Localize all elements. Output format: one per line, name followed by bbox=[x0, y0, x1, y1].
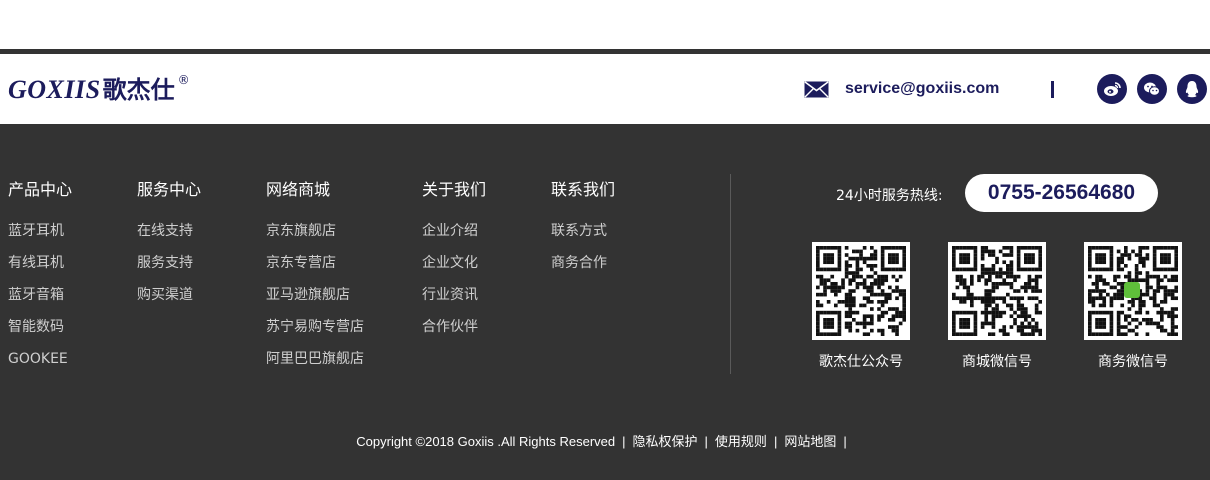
header-bar: GOXIIS 歌杰仕 ® service@goxiis.com bbox=[0, 54, 1210, 124]
footer-link[interactable]: 购买渠道 bbox=[137, 285, 201, 317]
header-separator bbox=[1051, 81, 1054, 98]
column-title: 服务中心 bbox=[137, 180, 202, 199]
footer-link[interactable]: 京东旗舰店 bbox=[266, 221, 364, 253]
footer-link[interactable]: 苏宁易购专营店 bbox=[266, 317, 364, 349]
qr-code-mall-wechat bbox=[948, 242, 1046, 340]
registered-mark: ® bbox=[177, 73, 190, 87]
qr-code-business-wechat bbox=[1084, 242, 1182, 340]
qr-caption: 商务微信号 bbox=[1098, 354, 1168, 370]
column-list: 京东旗舰店 京东专营店 亚马逊旗舰店 苏宁易购专营店 阿里巴巴旗舰店 bbox=[266, 221, 364, 381]
separator: | bbox=[843, 434, 847, 449]
footer-link[interactable]: 阿里巴巴旗舰店 bbox=[266, 349, 364, 381]
column-title: 产品中心 bbox=[8, 180, 73, 199]
logo-latin-text: GOXIIS bbox=[8, 75, 101, 104]
qq-icon bbox=[1185, 81, 1199, 98]
top-blank-area bbox=[0, 0, 1210, 49]
footer-link[interactable]: 蓝牙音箱 bbox=[8, 285, 72, 317]
footer-column-about: 关于我们 企业介绍 企业文化 行业资讯 合作伙伴 bbox=[422, 179, 486, 349]
footer-column-products: 产品中心 蓝牙耳机 有线耳机 蓝牙音箱 智能数码 GOOKEE bbox=[8, 179, 72, 381]
footer-link[interactable]: 联系方式 bbox=[551, 221, 615, 253]
footer-column-service: 服务中心 在线支持 服务支持 购买渠道 bbox=[137, 179, 201, 317]
footer-column-stores: 网络商城 京东旗舰店 京东专营店 亚马逊旗舰店 苏宁易购专营店 阿里巴巴旗舰店 bbox=[266, 179, 364, 381]
footer-link[interactable]: 有线耳机 bbox=[8, 253, 72, 285]
separator: | bbox=[773, 434, 778, 449]
hotline-number[interactable]: 0755-26564680 bbox=[965, 174, 1158, 212]
qr-caption: 商城微信号 bbox=[962, 354, 1032, 370]
footer-link[interactable]: 企业介绍 bbox=[422, 221, 486, 253]
column-title: 网络商城 bbox=[266, 180, 331, 199]
column-list: 蓝牙耳机 有线耳机 蓝牙音箱 智能数码 GOOKEE bbox=[8, 221, 72, 381]
footer-link[interactable]: 服务支持 bbox=[137, 253, 201, 285]
copyright-text: Copyright ©2018 Goxiis .All Rights Reser… bbox=[356, 434, 616, 449]
footer-link[interactable]: 企业文化 bbox=[422, 253, 486, 285]
sitemap-link[interactable]: 网站地图 bbox=[784, 434, 836, 449]
weibo-icon bbox=[1104, 82, 1121, 96]
footer-link[interactable]: 智能数码 bbox=[8, 317, 72, 349]
wechat-button[interactable] bbox=[1137, 74, 1167, 104]
footer-link[interactable]: 蓝牙耳机 bbox=[8, 221, 72, 253]
terms-link[interactable]: 使用规则 bbox=[715, 434, 767, 449]
qq-button[interactable] bbox=[1177, 74, 1207, 104]
logo[interactable]: GOXIIS 歌杰仕 ® bbox=[8, 72, 190, 108]
footer-divider bbox=[730, 174, 731, 374]
logo-cn-text: 歌杰仕 bbox=[102, 76, 175, 104]
footer-link[interactable]: 行业资讯 bbox=[422, 285, 486, 317]
footer: 产品中心 蓝牙耳机 有线耳机 蓝牙音箱 智能数码 GOOKEE 服务中心 在线支… bbox=[0, 124, 1210, 480]
weibo-button[interactable] bbox=[1097, 74, 1127, 104]
column-list: 企业介绍 企业文化 行业资讯 合作伙伴 bbox=[422, 221, 486, 349]
footer-link[interactable]: 京东专营店 bbox=[266, 253, 364, 285]
footer-link[interactable]: 亚马逊旗舰店 bbox=[266, 285, 364, 317]
column-list: 在线支持 服务支持 购买渠道 bbox=[137, 221, 201, 317]
wechat-icon bbox=[1144, 82, 1160, 96]
column-title: 关于我们 bbox=[422, 180, 487, 199]
footer-link[interactable]: 商务合作 bbox=[551, 253, 615, 285]
email-link[interactable]: service@goxiis.com bbox=[845, 78, 999, 100]
footer-column-contact: 联系我们 联系方式 商务合作 bbox=[551, 179, 615, 285]
qr-code-icon bbox=[1088, 246, 1178, 336]
qr-code-official-account bbox=[812, 242, 910, 340]
mail-icon bbox=[804, 81, 829, 98]
column-title: 联系我们 bbox=[551, 180, 616, 199]
privacy-link[interactable]: 隐私权保护 bbox=[633, 434, 698, 449]
qr-code-icon bbox=[816, 246, 906, 336]
qr-caption: 歌杰仕公众号 bbox=[819, 354, 903, 370]
qr-code-icon bbox=[952, 246, 1042, 336]
hotline-label: 24小时服务热线: bbox=[836, 188, 943, 204]
copyright-row: Copyright ©2018 Goxiis .All Rights Reser… bbox=[0, 432, 1210, 452]
footer-link[interactable]: GOOKEE bbox=[8, 349, 72, 381]
footer-link[interactable]: 在线支持 bbox=[137, 221, 201, 253]
column-list: 联系方式 商务合作 bbox=[551, 221, 615, 285]
separator: | bbox=[622, 434, 626, 449]
footer-link[interactable]: 合作伙伴 bbox=[422, 317, 486, 349]
separator: | bbox=[704, 434, 708, 449]
